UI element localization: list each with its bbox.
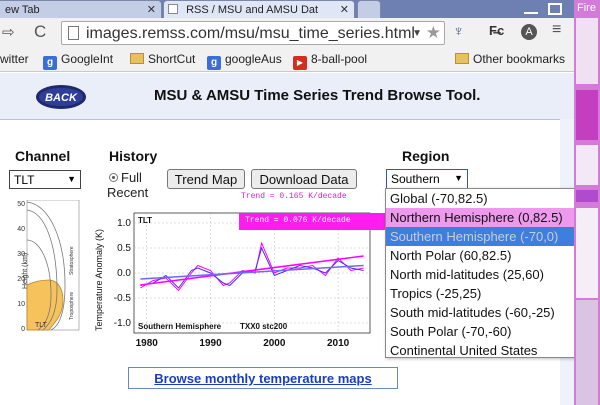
tab-rss-msu[interactable]: RSS / MSU and AMSU Dat ✕ [163,0,355,18]
close-icon[interactable]: ✕ [147,3,156,16]
channel-select[interactable]: TLT ▼ [9,170,81,189]
radio-full[interactable]: Full [109,170,142,185]
google-icon: g [207,56,221,70]
browse-maps-link[interactable]: Browse monthly temperature maps [128,367,398,389]
radio-selected-icon [109,173,118,182]
folder-icon [455,53,469,64]
y-axis-label: Temperature Anomaly (K) [94,229,104,331]
tab-bar: ew Tab ✕ RSS / MSU and AMSU Dat ✕ [0,0,600,18]
url-text: images.remss.com/msu/msu_time_series.htm… [86,25,415,42]
height-tick: 20 [17,276,25,283]
region-selected-value: Southern [391,172,440,186]
side-panel-block [576,208,598,298]
history-label: History [109,148,158,164]
x-tick-label: 2000 [263,338,286,349]
height-tick: 10 [17,301,25,308]
side-panel-block [576,145,598,185]
x-tick-label: 1980 [136,338,159,349]
region-dropdown-list[interactable]: Global (-70,82.5) Northern Hemisphere (0,… [385,188,587,358]
youtube-icon: ▶ [293,56,307,70]
y-tick-label: -0.5 [114,293,132,304]
channel-selected-value: TLT [14,173,35,187]
side-panel-block [576,300,598,405]
address-bar[interactable]: images.remss.com/msu/msu_time_series.htm… [61,21,445,45]
side-panel-block [576,18,598,84]
side-panel-block [576,90,598,140]
side-window-title: Fire [577,2,596,14]
height-tick: 0 [21,326,25,333]
extension-icon[interactable]: ♆ [453,23,464,40]
bookmarks-bar: witter g GoogleInt ShortCut g googleAus ▶ 8… [0,48,600,72]
y-tick-label: 0.0 [117,268,131,279]
side-panel-block [576,190,598,202]
chevron-down-icon: ▼ [67,174,76,184]
region-option[interactable]: Continental United States [386,341,586,360]
browser-toolbar: ⇨ C images.remss.com/msu/msu_time_series… [0,18,600,48]
bookmark-twitter[interactable]: witter [0,52,29,66]
bookmark-googleaus[interactable]: g googleAus [207,52,282,70]
extension-a-icon[interactable]: A [521,24,537,40]
folder-icon [130,53,144,64]
region-option[interactable]: Tropics (-25,25) [386,284,586,303]
channel-label: Channel [15,148,71,164]
maximize-button[interactable] [548,3,562,15]
bookmark-googleint[interactable]: g GoogleInt [43,52,113,70]
region-option[interactable]: South mid-latitudes (-60,-25) [386,303,586,322]
chart-overlay-text: TXX0 stc200 [240,322,288,331]
forward-icon[interactable]: ⇨ [2,23,15,41]
y-tick-label: 0.5 [117,243,131,254]
height-profile-panel: Height (km) 50 40 30 20 10 0 Stratospher… [17,200,80,333]
side-window: Fire [574,0,600,405]
height-tick: 40 [17,226,25,233]
height-tick: 30 [17,251,25,258]
tab-new-tab[interactable]: ew Tab ✕ [0,0,162,18]
trend-label-secondary: Trend = 0.076 K/decade [245,216,351,225]
y-tick-label: -1.0 [114,318,132,329]
region-option[interactable]: Northern Hemisphere (0,82.5) [386,208,586,227]
chart-channel-tag: TLT [138,216,152,225]
menu-icon[interactable]: ≡ [552,21,561,39]
region-option[interactable]: Southern Hemisphere (-70,0) [386,227,586,246]
x-tick-label: 1990 [199,338,222,349]
minimize-button[interactable] [524,12,538,14]
bookmark-8-ball-pool[interactable]: ▶ 8-ball-pool [293,52,367,70]
tab-label: RSS / MSU and AMSU Dat [186,4,319,16]
region-select[interactable]: Southern ▼ [386,169,468,189]
bookmark-shortcut[interactable]: ShortCut [130,52,195,66]
height-channel-tag: TLT [35,322,48,329]
back-button[interactable]: BACK [35,83,87,111]
region-option[interactable]: South Polar (-70,-60) [386,322,586,341]
page-favicon-icon [168,4,178,14]
region-option[interactable]: North mid-latitudes (25,60) [386,265,586,284]
height-tick: 50 [17,201,25,208]
region-label: Region [402,148,450,164]
reload-icon[interactable]: C [34,22,46,42]
page-title: MSU & AMSU Time Series Trend Browse Tool… [154,87,481,104]
bookmark-star-icon[interactable]: ★ [426,23,441,43]
back-label: BACK [45,92,78,104]
x-tick-label: 2010 [327,338,350,349]
height-axis-label: Height (km) [22,253,29,289]
region-option[interactable]: Global (-70,82.5) [386,189,586,208]
google-icon: g [43,56,57,70]
tab-new[interactable] [357,0,381,18]
page-header: BACK MSU & AMSU Time Series Trend Browse… [0,73,574,119]
region-option[interactable]: North Polar (60,82.5) [386,246,586,265]
extension-fc-icon[interactable]: F̶c [489,23,504,38]
stratosphere-label: Stratosphere [69,246,75,275]
chart-region-label: Southern Hemisphere [138,322,222,331]
tab-label: ew Tab [5,4,40,16]
troposphere-label: Troposphere [69,292,75,320]
trend-label-primary: Trend = 0.165 K/decade [241,192,347,201]
download-data-button[interactable]: Download Data [251,169,357,189]
trend-map-button[interactable]: Trend Map [167,169,245,189]
y-tick-label: 1.0 [117,218,131,229]
chevron-down-icon: ▼ [454,173,463,183]
bookmark-other[interactable]: Other bookmarks [455,52,565,66]
close-icon[interactable]: ✕ [337,3,349,16]
dropdown-arrow-icon[interactable]: ▼ [412,28,422,39]
page-icon [68,26,79,40]
